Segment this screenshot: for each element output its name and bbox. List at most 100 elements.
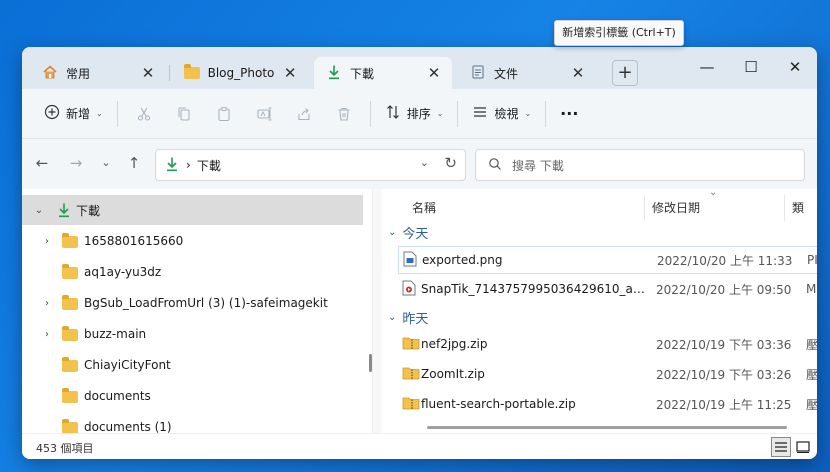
download-icon [326,64,342,83]
file-row[interactable]: nef2jpg.zip 2022/10/19 下午 03:36 壓 [398,330,817,358]
sidebar-item-folder[interactable]: › buzz-main [22,319,363,349]
breadcrumb-separator: › [186,158,191,172]
breadcrumb[interactable]: 下載 [197,157,221,174]
folder-icon [62,419,78,433]
file-row[interactable]: ZoomIt.zip 2022/10/19 下午 03:26 壓 [398,360,817,388]
back-button[interactable]: ← [30,149,54,177]
toolbar-separator [457,100,459,127]
home-icon [42,64,58,83]
column-header-type[interactable]: 類 [792,195,804,221]
view-button[interactable]: 檢視 ⌄ [464,98,539,130]
column-header-date[interactable]: 修改日期 [652,195,700,221]
download-icon [164,156,180,175]
horizontal-scrollbar[interactable] [427,426,787,429]
close-icon[interactable]: ✕ [282,64,298,82]
column-separator[interactable] [644,195,645,221]
document-icon [470,64,486,83]
file-row[interactable]: fluent-search-portable.zip 2022/10/19 上午… [398,390,817,418]
search-input[interactable]: 搜尋 下載 [475,149,805,181]
sidebar-item-folder[interactable]: documents (1) [22,412,363,433]
navigation-pane: ⌄ 下載 › 1658801615660 aq1ay-yu3dz › BgSub… [22,189,372,433]
tab-downloads[interactable]: 下載 ✕ [314,57,452,89]
sidebar-item-label: 下載 [76,203,101,218]
delete-button[interactable] [329,98,359,130]
sidebar-item-label: buzz-main [84,327,147,341]
chevron-right-icon[interactable]: › [40,329,54,340]
new-tab-button[interactable]: + [612,60,638,86]
sidebar-item-folder[interactable]: › BgSub_LoadFromUrl (3) (1)-safeimagekit [22,288,363,318]
maximize-button[interactable]: ☐ [731,53,771,81]
file-row[interactable]: exported.png 2022/10/20 上午 11:33 PI [398,246,817,274]
clipboard-icon [218,106,230,121]
tab-documents[interactable]: 文件 ✕ [458,57,596,89]
group-header-today[interactable]: ⌄ 今天 [388,222,428,242]
toolbar-separator [116,100,118,127]
status-bar: 453 個項目 [22,433,817,459]
file-date: 2022/10/19 上午 11:25 [656,397,792,412]
copy-icon [178,106,190,121]
chevron-down-icon: ⌄ [96,109,103,118]
details-view-button[interactable] [771,437,791,457]
column-separator[interactable] [784,195,785,221]
toolbar-separator [369,100,371,127]
tiles-view-button[interactable] [793,437,813,457]
forward-button[interactable]: → [64,149,88,177]
folder-icon [62,264,78,279]
file-type: 壓 [806,397,817,412]
up-button[interactable]: ↑ [122,149,146,177]
file-row[interactable]: SnapTik_7143757995036429610_add... 2022/… [398,275,817,303]
file-explorer-window: 常用 ✕ Blog_Photo ✕ 下載 ✕ 文件 ✕ + — ☐ ✕ 新增 ⌄… [22,47,817,459]
folder-icon [62,388,78,403]
tab-home[interactable]: 常用 ✕ [30,57,166,89]
tab-label: Blog_Photo [207,66,275,80]
paste-button[interactable] [209,98,239,130]
details-view-icon [775,442,787,452]
chevron-down-icon: ⌄ [524,109,532,118]
download-icon [56,202,72,221]
plus-circle-icon [44,104,60,123]
new-button[interactable]: 新增 ⌄ [36,98,111,130]
copy-button[interactable] [169,98,199,130]
sidebar-item-folder[interactable]: ChiayiCityFont [22,350,363,380]
zip-folder-icon [402,336,420,353]
recent-locations-button[interactable]: ⌄ [94,149,118,177]
group-header-yesterday[interactable]: ⌄ 昨天 [388,307,428,327]
close-window-button[interactable]: ✕ [775,53,815,81]
refresh-icon[interactable]: ↻ [444,154,457,172]
sidebar-item-folder[interactable]: › 1658801615660 [22,226,363,256]
address-row: ← → ⌄ ↑ › 下載 ⌄ ↻ 搜尋 下載 [22,139,817,189]
chevron-down-icon: ⌄ [388,311,397,323]
group-label: 昨天 [402,311,429,327]
video-file-icon [402,280,416,299]
file-name: SnapTik_7143757995036429610_add... [421,282,646,296]
chevron-right-icon[interactable]: › [40,236,54,247]
file-name: exported.png [422,253,503,267]
rename-button[interactable] [249,98,279,130]
tab-bar: 常用 ✕ Blog_Photo ✕ 下載 ✕ 文件 ✕ + — ☐ ✕ [22,47,817,89]
close-icon[interactable]: ✕ [140,64,156,82]
more-options-button[interactable]: ··· [552,98,586,130]
tab-blog-photo[interactable]: Blog_Photo ✕ [172,57,308,89]
minimize-button[interactable]: — [687,53,727,81]
chevron-right-icon[interactable]: › [40,298,54,309]
chevron-down-icon: ⌄ [436,109,444,118]
sort-button[interactable]: 排序 ⌄ [377,98,452,130]
column-header-name[interactable]: 名稱 [412,195,436,221]
file-date: 2022/10/19 下午 03:26 [656,367,792,382]
folder-icon [62,233,78,248]
sidebar-item-folder[interactable]: aq1ay-yu3dz [22,257,363,287]
file-type: 壓 [806,337,817,352]
close-icon[interactable]: ✕ [570,64,586,82]
address-bar[interactable]: › 下載 ⌄ ↻ [155,149,466,181]
tab-label: 下載 [350,66,375,81]
sidebar-item-downloads[interactable]: ⌄ 下載 [22,195,363,225]
close-icon[interactable]: ✕ [426,64,442,82]
sidebar-item-folder[interactable]: documents [22,381,363,411]
folder-icon [184,64,200,79]
cut-button[interactable] [129,98,159,130]
chevron-down-icon[interactable]: ⌄ [32,205,46,216]
chevron-down-icon[interactable]: ⌄ [420,156,429,169]
share-button[interactable] [289,98,319,130]
pane-divider[interactable] [372,189,382,433]
file-name: ZoomIt.zip [421,367,485,381]
